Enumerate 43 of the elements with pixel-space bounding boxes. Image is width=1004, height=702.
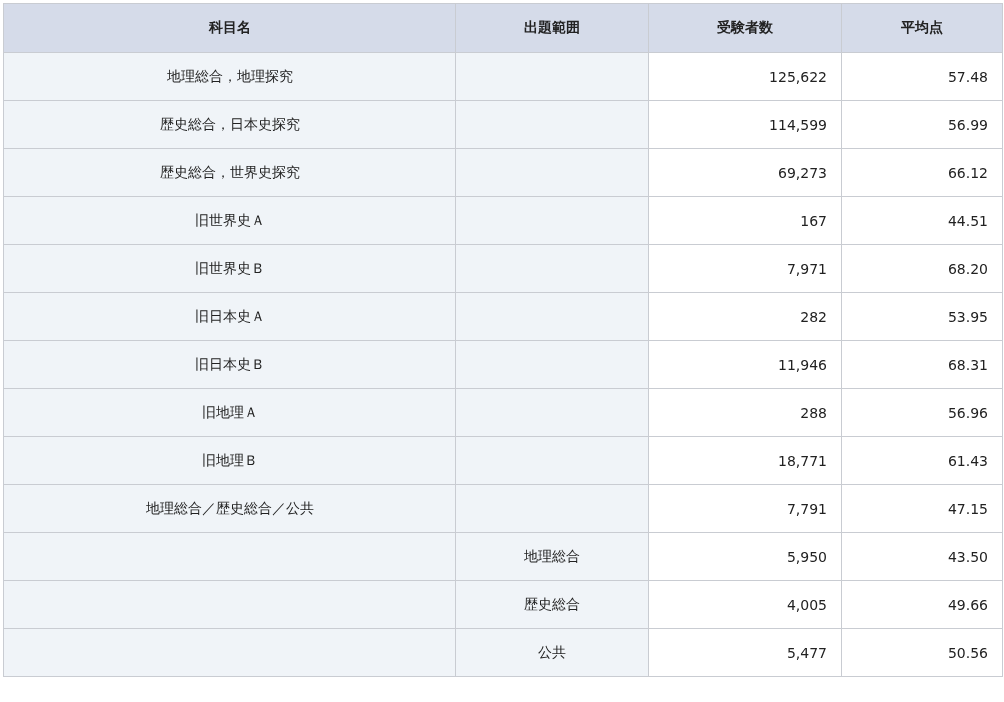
column-header: 受験者数	[648, 3, 842, 53]
table-cell: 53.95	[841, 292, 1003, 341]
table-cell: 7,791	[648, 484, 842, 533]
table-cell: 114,599	[648, 100, 842, 149]
table-cell: 11,946	[648, 340, 842, 389]
table-cell: 50.56	[841, 628, 1003, 677]
table-cell: 旧世界史Ａ	[3, 196, 456, 245]
table-cell: 歴史総合，世界史探究	[3, 148, 456, 197]
table-cell: 125,622	[648, 52, 842, 101]
table-cell: 61.43	[841, 436, 1003, 485]
table-cell: 地理総合，地理探究	[3, 52, 456, 101]
table-cell: 68.31	[841, 340, 1003, 389]
table-cell: 288	[648, 388, 842, 437]
table-cell: 公共	[455, 628, 649, 677]
table-cell: 旧日本史Ａ	[3, 292, 456, 341]
table-cell: 地理総合	[455, 532, 649, 581]
table-cell: 歴史総合	[455, 580, 649, 629]
table-cell: 旧地理Ａ	[3, 388, 456, 437]
table-cell: 旧世界史Ｂ	[3, 244, 456, 293]
table-cell: 69,273	[648, 148, 842, 197]
table-cell: 7,971	[648, 244, 842, 293]
table-cell: 68.20	[841, 244, 1003, 293]
table-cell: 18,771	[648, 436, 842, 485]
table-cell: 66.12	[841, 148, 1003, 197]
table-cell: 43.50	[841, 532, 1003, 581]
table-cell: 57.48	[841, 52, 1003, 101]
table-cell: 167	[648, 196, 842, 245]
table-cell: 歴史総合，日本史探究	[3, 100, 456, 149]
table-cell: 56.96	[841, 388, 1003, 437]
table-cell: 56.99	[841, 100, 1003, 149]
table-cell: 地理総合／歴史総合／公共	[3, 484, 456, 533]
table-cell: 旧地理Ｂ	[3, 436, 456, 485]
table-cell: 旧日本史Ｂ	[3, 340, 456, 389]
table-cell: 49.66	[841, 580, 1003, 629]
table-cell: 47.15	[841, 484, 1003, 533]
column-header: 平均点	[841, 3, 1003, 53]
table-cell: 282	[648, 292, 842, 341]
table-cell: 44.51	[841, 196, 1003, 245]
column-header: 科目名	[3, 3, 456, 53]
table-cell: 4,005	[648, 580, 842, 629]
column-header: 出題範囲	[455, 3, 649, 53]
table-cell: 5,477	[648, 628, 842, 677]
table-cell: 5,950	[648, 532, 842, 581]
